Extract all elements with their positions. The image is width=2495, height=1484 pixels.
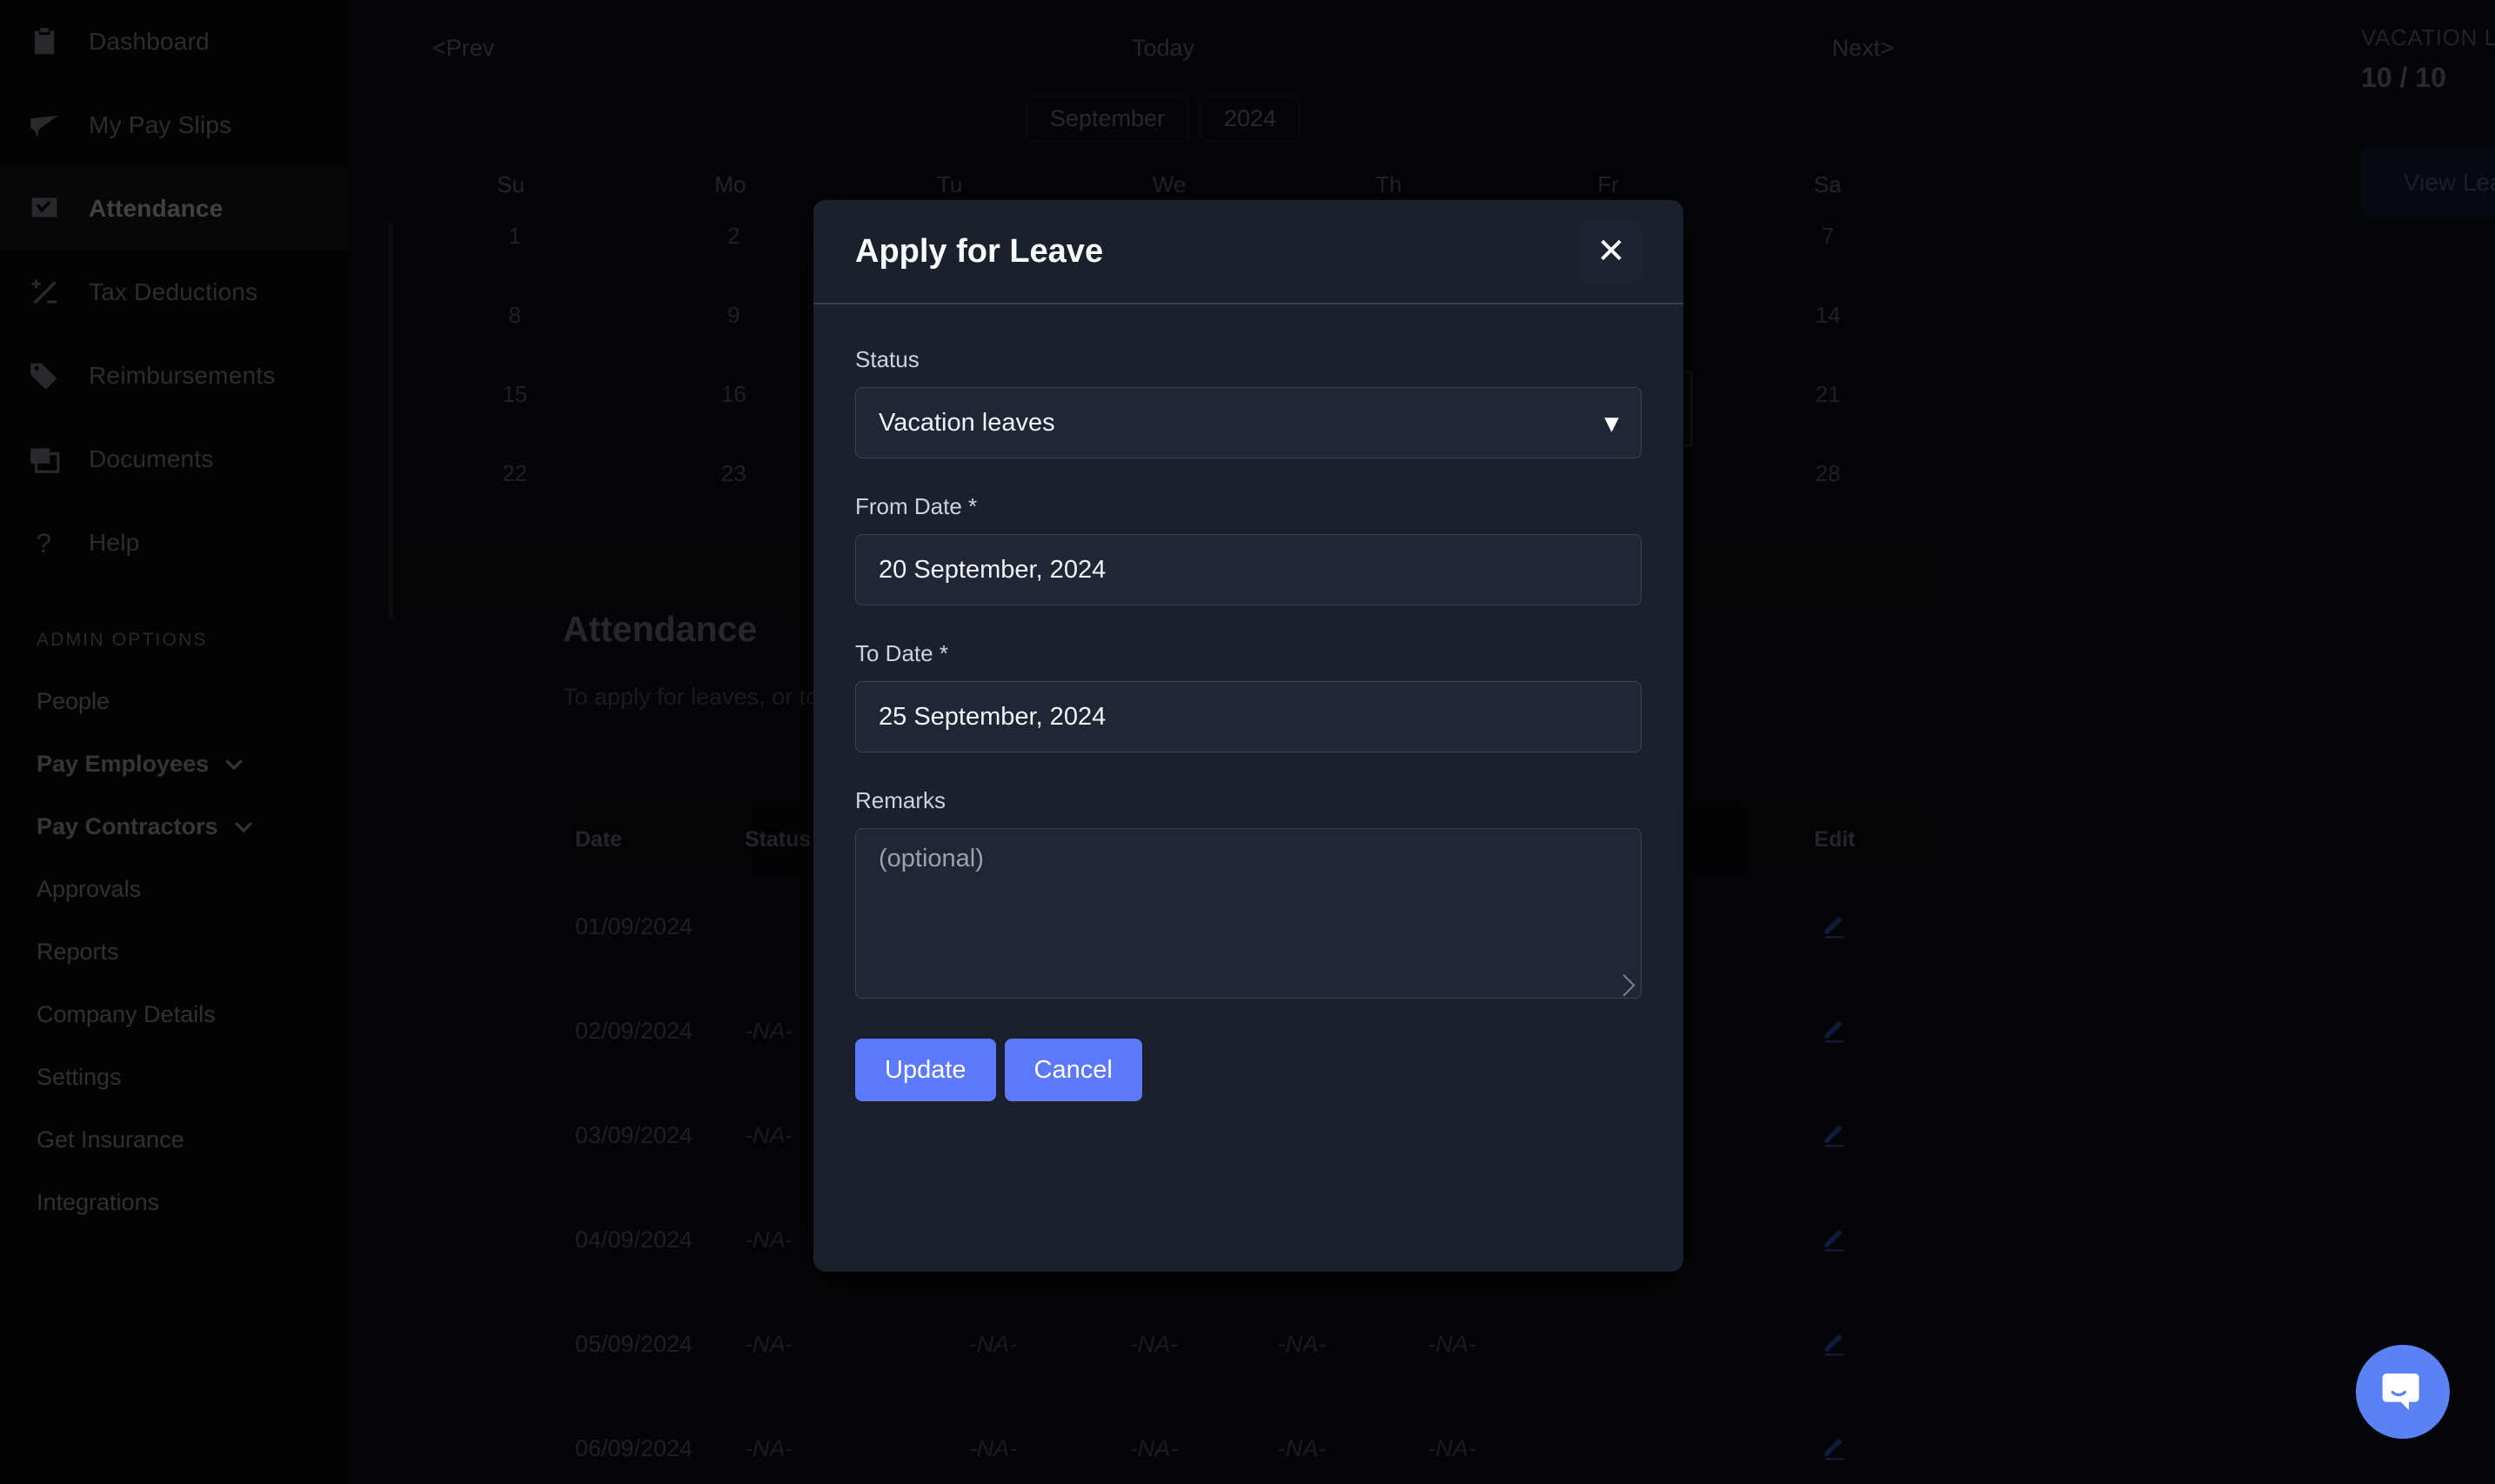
chevron-down-icon: ▾ [1604,408,1618,438]
chat-launcher-button[interactable] [2356,1345,2450,1439]
status-select[interactable]: Vacation leaves ▾ [855,387,1642,458]
cancel-button[interactable]: Cancel [1004,1039,1142,1101]
modal-title: Apply for Leave [855,232,1104,270]
update-button[interactable]: Update [855,1039,996,1101]
remarks-label: Remarks [855,787,946,813]
status-label: Status [855,346,920,372]
remarks-placeholder: (optional) [879,845,984,872]
resize-handle-icon[interactable] [1613,973,1635,997]
app-root: Dashboard My Pay Slips Attendance Tax Deduc… [0,0,2495,1484]
from-date-input[interactable]: 20 September, 2024 [855,534,1642,605]
modal-header: Apply for Leave ✕ [813,200,1683,304]
to-date-value: 25 September, 2024 [879,702,1107,731]
status-select-value: Vacation leaves [879,408,1055,437]
chat-bubble-icon [2382,1374,2419,1410]
modal-actions: Update Cancel [855,1039,1642,1101]
from-date-label: From Date * [855,493,978,519]
close-icon[interactable]: ✕ [1581,221,1642,282]
remarks-textarea[interactable]: (optional) [855,828,1642,999]
to-date-label: To Date * [855,640,948,666]
to-date-input[interactable]: 25 September, 2024 [855,681,1642,752]
modal-body: Status Vacation leaves ▾ From Date * 20 … [813,304,1683,1101]
apply-for-leave-modal: Apply for Leave ✕ Status Vacation leaves… [813,200,1683,1272]
from-date-value: 20 September, 2024 [879,555,1107,584]
